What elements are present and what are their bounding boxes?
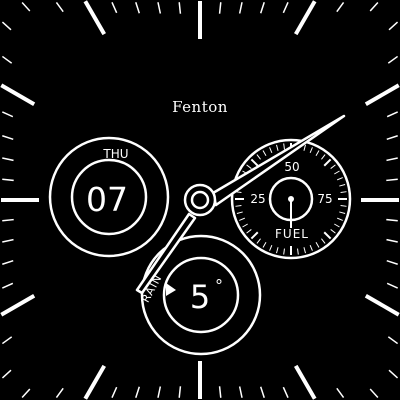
weather-temperature: 5 <box>190 278 210 316</box>
minute-tick <box>178 386 182 398</box>
brand-label: Fenton <box>172 98 228 116</box>
minute-tick <box>2 178 14 182</box>
fuel-scale-50: 50 <box>284 160 299 174</box>
watch-face: Fenton THU 07 50 25 75 FUEL RAIN 5 ° <box>0 0 400 400</box>
minute-tick <box>386 218 398 222</box>
fuel-scale-25: 25 <box>250 192 265 206</box>
fuel-label: FUEL <box>275 227 309 241</box>
minute-tick <box>178 2 182 14</box>
date-number: 07 <box>86 180 128 219</box>
center-hub <box>190 190 210 210</box>
fuel-scale-75: 75 <box>317 192 332 206</box>
weather-unit: ° <box>215 276 223 295</box>
minute-tick <box>2 218 14 222</box>
minute-tick <box>218 2 222 14</box>
minute-tick <box>218 386 222 398</box>
fuel-needle-pivot <box>288 196 294 202</box>
date-weekday: THU <box>102 147 128 161</box>
minute-tick <box>386 178 398 182</box>
